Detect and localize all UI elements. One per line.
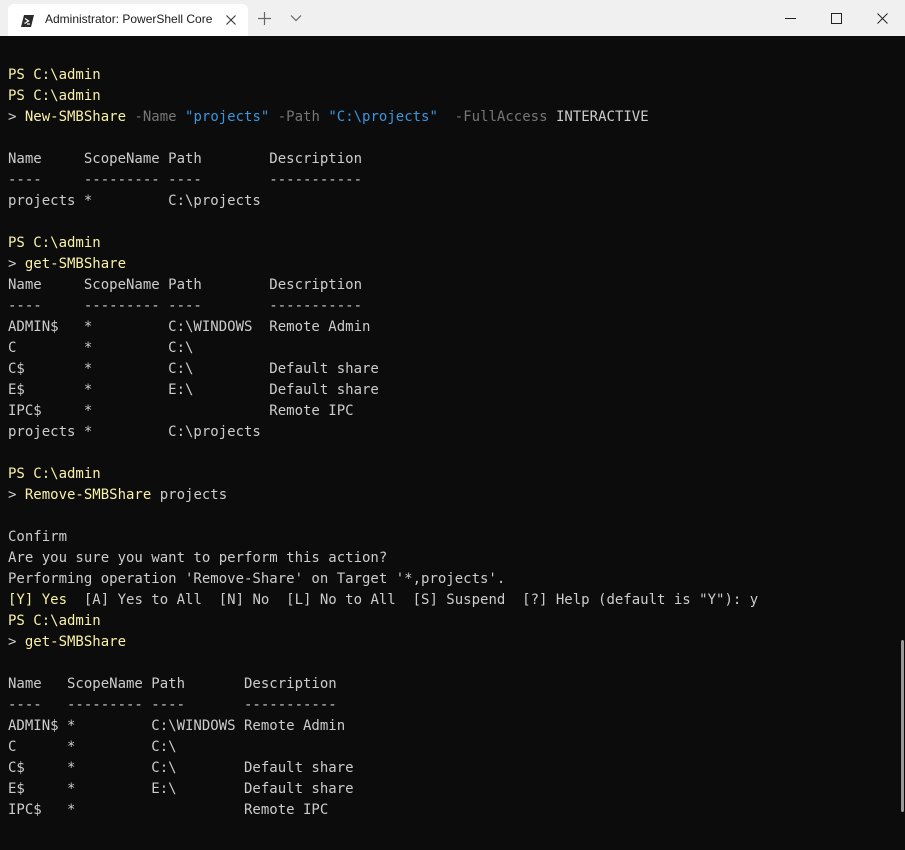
terminal-text: Performing operation 'Remove-Share' on T…: [8, 571, 506, 587]
terminal-line: C$ * C:\ Default share: [8, 758, 758, 779]
tab-dropdown-button[interactable]: [284, 6, 308, 30]
terminal-text: INTERACTIVE: [555, 109, 649, 125]
terminal-line: > get-SMBShare: [8, 632, 758, 653]
terminal-text: "projects": [185, 109, 270, 125]
tab-title: Administrator: PowerShell Core: [45, 12, 213, 26]
terminal-text: -Path: [269, 109, 329, 125]
terminal-line: Confirm: [8, 527, 758, 548]
plus-icon: [257, 11, 271, 25]
terminal-line: ---- --------- ---- -----------: [8, 296, 758, 317]
powershell-icon: [20, 13, 34, 27]
terminal-line: PS C:\admin: [8, 65, 758, 86]
terminal-text: >: [8, 256, 25, 272]
terminal-text: Name ScopeName Path Description: [8, 277, 363, 293]
close-icon: [226, 15, 236, 25]
terminal-text: ---- --------- ---- -----------: [8, 172, 363, 188]
terminal-line: Name ScopeName Path Description: [8, 275, 758, 296]
terminal-line: PS C:\admin: [8, 86, 758, 107]
terminal-text: C$ * C:\ Default share: [8, 361, 379, 377]
terminal-line: E$ * E:\ Default share: [8, 380, 758, 401]
terminal-line: > Remove-SMBShare projects: [8, 485, 758, 506]
terminal-text: ADMIN$ * C:\WINDOWS Remote Admin: [8, 718, 346, 734]
terminal-line: PS C:\admin: [8, 464, 758, 485]
terminal-line: IPC$ * Remote IPC: [8, 800, 758, 821]
terminal-text: ADMIN$ * C:\WINDOWS Remote Admin: [8, 319, 371, 335]
terminal-text: New-SMBShare: [24, 109, 127, 125]
terminal-text: PS C:\admin: [8, 88, 101, 104]
terminal-text: C$ * C:\ Default share: [8, 760, 354, 776]
terminal-line: E$ * E:\ Default share: [8, 779, 758, 800]
terminal-line: PS C:\admin: [8, 233, 758, 254]
terminal-text: projects * C:\projects: [8, 424, 261, 440]
terminal-text: -FullAccess: [437, 109, 556, 125]
terminal-text: Confirm: [8, 529, 68, 545]
terminal-line: C$ * C:\ Default share: [8, 359, 758, 380]
terminal-text: E$ * E:\ Default share: [8, 781, 354, 797]
close-tab-button[interactable]: [222, 11, 240, 29]
terminal-line: C * C:\: [8, 338, 758, 359]
terminal-line: ---- --------- ---- -----------: [8, 695, 758, 716]
terminal-text: C * C:\: [8, 340, 194, 356]
terminal-text: ---- --------- ---- -----------: [8, 697, 337, 713]
minimize-button[interactable]: [767, 0, 813, 36]
terminal-text: IPC$ * Remote IPC: [8, 802, 329, 818]
terminal-text: Remove-SMBShare: [24, 487, 152, 503]
terminal-text: get-SMBShare: [24, 634, 127, 650]
title-bar: Administrator: PowerShell Core: [0, 0, 905, 36]
terminal-text: "C:\projects": [328, 109, 438, 125]
terminal-text: Name ScopeName Path Description: [8, 676, 337, 692]
terminal-text: get-SMBShare: [24, 256, 127, 272]
terminal-text: Name ScopeName Path Description: [8, 151, 363, 167]
tab-powershell[interactable]: Administrator: PowerShell Core: [8, 4, 248, 36]
terminal-line: projects * C:\projects: [8, 191, 758, 212]
terminal-text: PS C:\admin: [8, 67, 101, 83]
terminal-lines: PS C:\admin PS C:\admin > New-SMBShare -Na…: [8, 65, 758, 821]
terminal-line: [Y] Yes [A] Yes to All [N] No [L] No to …: [8, 590, 758, 611]
terminal-text: PS C:\admin: [8, 235, 101, 251]
terminal-text: IPC$ * Remote IPC: [8, 403, 354, 419]
terminal-text: >: [8, 109, 25, 125]
terminal-line: C * C:\: [8, 737, 758, 758]
terminal-line: PS C:\admin: [8, 611, 758, 632]
terminal-text: [Y] Yes: [8, 592, 68, 608]
terminal-text: >: [8, 634, 25, 650]
maximize-button[interactable]: [813, 0, 859, 36]
terminal-line: Name ScopeName Path Description: [8, 149, 758, 170]
terminal-line: IPC$ * Remote IPC: [8, 401, 758, 422]
terminal-line: ADMIN$ * C:\WINDOWS Remote Admin: [8, 716, 758, 737]
terminal-text: C * C:\: [8, 739, 177, 755]
terminal-line: Name ScopeName Path Description: [8, 674, 758, 695]
terminal-text: -Name: [126, 109, 186, 125]
terminal-line: > New-SMBShare -Name "projects" -Path "C…: [8, 107, 758, 128]
terminal-line: Are you sure you want to perform this ac…: [8, 548, 758, 569]
scrollbar-thumb[interactable]: [901, 640, 904, 812]
terminal-text: projects: [151, 487, 228, 503]
close-window-button[interactable]: [859, 0, 905, 36]
terminal-line: ---- --------- ---- -----------: [8, 170, 758, 191]
new-tab-button[interactable]: [252, 6, 276, 30]
chevron-down-icon: [290, 15, 302, 22]
close-icon: [876, 12, 888, 24]
terminal-line: ADMIN$ * C:\WINDOWS Remote Admin: [8, 317, 758, 338]
terminal-text: [A] Yes to All [N] No [L] No to All [S] …: [67, 592, 759, 608]
minimize-icon: [784, 17, 796, 19]
terminal-text: projects * C:\projects: [8, 193, 261, 209]
terminal-text: Are you sure you want to perform this ac…: [8, 550, 388, 566]
terminal-output[interactable]: PS C:\admin PS C:\admin > New-SMBShare -Na…: [0, 36, 905, 850]
terminal-line: > get-SMBShare: [8, 254, 758, 275]
maximize-icon: [830, 12, 842, 24]
terminal-text: PS C:\admin: [8, 466, 101, 482]
terminal-text: >: [8, 487, 25, 503]
terminal-line: projects * C:\projects: [8, 422, 758, 443]
terminal-line: Performing operation 'Remove-Share' on T…: [8, 569, 758, 590]
terminal-text: ---- --------- ---- -----------: [8, 298, 363, 314]
terminal-text: E$ * E:\ Default share: [8, 382, 379, 398]
terminal-text: PS C:\admin: [8, 613, 101, 629]
